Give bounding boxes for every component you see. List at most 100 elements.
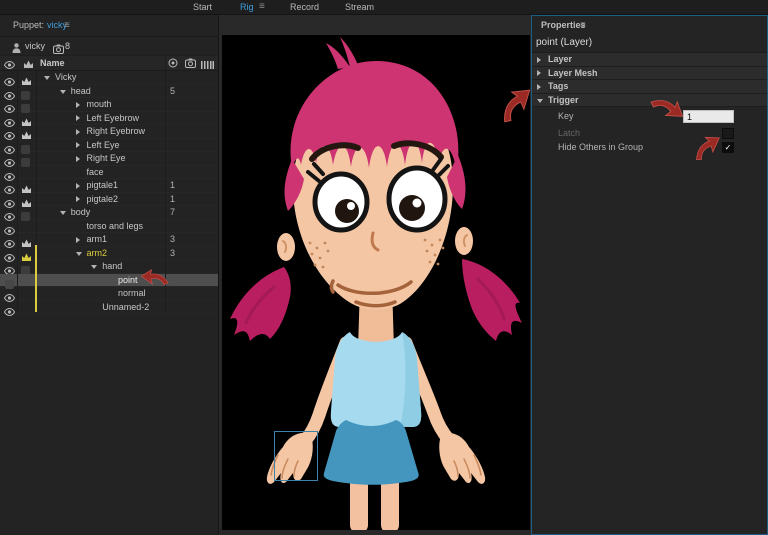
eye-toggle-icon[interactable] xyxy=(2,87,16,100)
layer-row-face[interactable]: face xyxy=(0,166,218,181)
workspace-menu-icon[interactable]: ≡ xyxy=(259,0,265,14)
eye-toggle-icon[interactable] xyxy=(2,114,16,127)
latch-label: Latch xyxy=(558,128,581,138)
trigger-count-value: 1 xyxy=(170,193,176,204)
hand-selection-box[interactable] xyxy=(274,431,318,481)
crown-icon[interactable] xyxy=(21,127,35,139)
eye-hidden-box[interactable] xyxy=(2,276,16,289)
layer-row-left-eye[interactable]: Left Eye xyxy=(0,139,218,154)
layer-label: torso and legs xyxy=(86,220,144,231)
panel-menu-icon[interactable]: ≡ xyxy=(580,16,586,35)
eye-toggle-icon[interactable] xyxy=(2,127,16,141)
section-trigger[interactable]: Trigger xyxy=(532,93,767,107)
layer-row-left-eyebrow[interactable]: Left Eyebrow xyxy=(0,112,218,127)
layer-row-mouth[interactable]: mouth xyxy=(0,98,218,114)
twirl-closed-icon[interactable] xyxy=(537,56,541,63)
layer-row-arm1[interactable]: arm1 3 xyxy=(0,233,218,249)
tab-record[interactable]: Record xyxy=(290,0,319,14)
layer-row-body[interactable]: body 7 xyxy=(0,206,218,222)
twirl-closed-icon[interactable] xyxy=(75,115,80,121)
eye-toggle-icon[interactable] xyxy=(2,181,16,195)
crown-icon-armed[interactable] xyxy=(21,249,35,261)
crown-placeholder[interactable] xyxy=(21,100,35,113)
eye-toggle-icon[interactable] xyxy=(2,235,16,249)
eye-toggle-icon[interactable] xyxy=(2,208,16,222)
trigger-count-value: 3 xyxy=(170,234,176,244)
tab-rig[interactable]: Rig xyxy=(240,0,254,14)
layer-row-vicky[interactable]: Vicky xyxy=(0,71,218,87)
panel-menu-icon[interactable]: ≡ xyxy=(64,15,70,36)
puppet-label: Puppet: xyxy=(13,20,45,30)
twirl-closed-icon[interactable] xyxy=(75,101,80,108)
crown-placeholder[interactable] xyxy=(21,262,35,275)
twirl-closed-icon[interactable] xyxy=(75,236,80,243)
twirl-open-icon[interactable] xyxy=(59,211,66,215)
eye-toggle-icon[interactable] xyxy=(2,195,16,208)
twirl-open-icon[interactable] xyxy=(537,98,543,103)
layer-row-head[interactable]: head 5 xyxy=(0,85,218,100)
twirl-closed-icon[interactable] xyxy=(75,155,80,162)
vicky-character xyxy=(230,37,522,533)
puppet-badge-count: 8 xyxy=(65,41,71,51)
hide-others-label: Hide Others in Group xyxy=(558,142,644,152)
latch-checkbox[interactable] xyxy=(722,128,734,139)
layer-row-torso-and-legs[interactable]: torso and legs xyxy=(0,220,218,235)
crown-icon[interactable] xyxy=(21,73,35,85)
eye-toggle-icon[interactable] xyxy=(2,73,16,87)
twirl-closed-icon[interactable] xyxy=(537,70,541,76)
crown-placeholder[interactable] xyxy=(21,208,35,221)
crown-icon[interactable] xyxy=(21,195,35,207)
eye-toggle-icon[interactable] xyxy=(2,303,16,316)
twirl-closed-icon[interactable] xyxy=(75,182,80,189)
twirl-closed-icon[interactable] xyxy=(537,83,541,90)
section-tags[interactable]: Tags xyxy=(532,80,767,94)
layer-label: normal xyxy=(118,288,146,298)
layer-row-unnamed-2[interactable]: Unnamed-2 xyxy=(0,301,218,316)
eye-toggle-icon[interactable] xyxy=(2,262,16,276)
section-layer[interactable]: Layer xyxy=(532,53,767,67)
eye-toggle-icon[interactable] xyxy=(2,249,16,262)
twirl-open-icon[interactable] xyxy=(75,251,82,256)
eye-toggle-icon[interactable] xyxy=(2,154,16,168)
puppet-panel-header: Puppet: vicky ≡ xyxy=(0,15,218,37)
crown-icon[interactable] xyxy=(21,181,35,193)
crown-icon[interactable] xyxy=(21,114,35,126)
crown-placeholder[interactable] xyxy=(21,154,35,167)
eye-toggle-icon[interactable] xyxy=(2,141,16,154)
key-input[interactable] xyxy=(683,110,734,123)
tab-start[interactable]: Start xyxy=(193,0,212,14)
crown-empty xyxy=(21,303,35,313)
crown-placeholder[interactable] xyxy=(21,141,35,154)
layer-row-pigtale1[interactable]: pigtale1 1 xyxy=(0,179,218,195)
layer-label: Unnamed-2 xyxy=(102,301,150,312)
layer-row-pigtale2[interactable]: pigtale2 1 xyxy=(0,193,218,208)
twirl-closed-icon[interactable] xyxy=(75,128,80,135)
eye-toggle-icon[interactable] xyxy=(2,168,16,181)
crown-placeholder[interactable] xyxy=(21,87,35,100)
layer-row-normal[interactable]: normal xyxy=(0,287,218,303)
twirl-open-icon[interactable] xyxy=(91,265,98,269)
trigger-count-value: 1 xyxy=(170,180,176,190)
tab-stream[interactable]: Stream xyxy=(345,0,374,14)
eye-toggle-icon[interactable] xyxy=(2,289,16,303)
layer-row-right-eye[interactable]: Right Eye xyxy=(0,152,218,168)
puppet-canvas[interactable] xyxy=(222,35,530,533)
layer-row-hand[interactable]: hand xyxy=(0,260,218,276)
twirl-closed-icon[interactable] xyxy=(75,142,80,148)
eye-toggle-icon[interactable] xyxy=(2,100,16,114)
puppet-root-row[interactable]: vicky 8 xyxy=(0,37,218,56)
crown-icon[interactable] xyxy=(21,235,35,247)
section-layer-mesh[interactable]: Layer Mesh xyxy=(532,66,767,80)
twirl-open-icon[interactable] xyxy=(59,89,66,94)
hide-others-checkbox[interactable]: ✓ xyxy=(722,142,734,153)
layer-row-arm2[interactable]: arm2 3 xyxy=(0,247,218,262)
layer-row-point[interactable]: point xyxy=(0,273,218,289)
camera-icon[interactable] xyxy=(185,58,196,72)
trigger-count-value: 5 xyxy=(170,85,176,96)
trigger-fields: Key Latch Hide Others in Group ✓ xyxy=(532,107,767,154)
twirl-closed-icon[interactable] xyxy=(75,196,80,202)
twirl-open-icon[interactable] xyxy=(44,76,50,80)
record-dot-icon[interactable] xyxy=(168,58,178,72)
eye-toggle-icon[interactable] xyxy=(2,222,16,235)
layer-row-right-eyebrow[interactable]: Right Eyebrow xyxy=(0,125,218,141)
